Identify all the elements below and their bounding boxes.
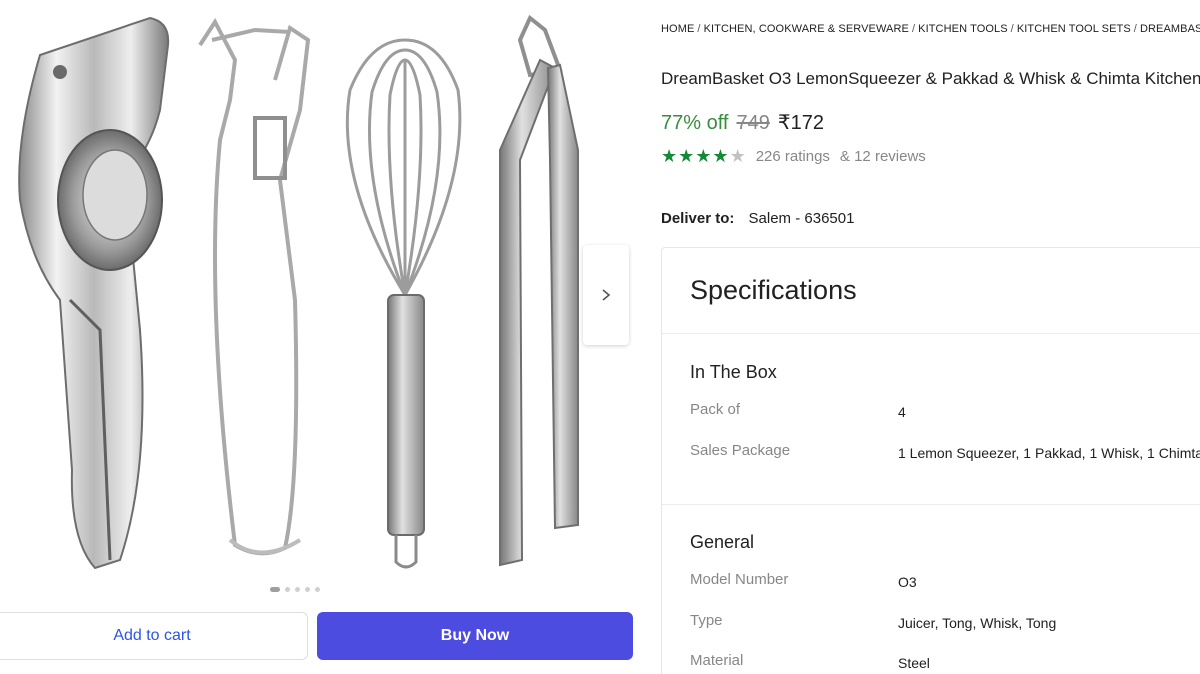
price-row: 77% off 749 ₹172 bbox=[661, 110, 824, 135]
deliver-to-label: Deliver to: bbox=[661, 210, 735, 227]
spec-key: Type bbox=[690, 612, 723, 629]
star-filled-icon: ★ bbox=[661, 146, 678, 166]
add-to-cart-button[interactable]: Add to cart bbox=[0, 612, 308, 660]
spec-group-in-the-box: In The Box Pack of 4 Sales Package 1 Lem… bbox=[690, 362, 1200, 461]
spec-group-title: In The Box bbox=[690, 362, 777, 382]
breadcrumb-separator: / bbox=[911, 23, 916, 35]
carousel-dot[interactable] bbox=[270, 587, 280, 592]
spec-group-general: General Model Number O3 Type Juicer, Ton… bbox=[690, 532, 1200, 671]
product-image[interactable] bbox=[0, 0, 590, 585]
action-bar: Add to cart Buy Now bbox=[0, 612, 640, 660]
spec-value: O3 bbox=[898, 574, 917, 590]
spec-row: Pack of 4 bbox=[690, 401, 1200, 421]
product-gallery: Add to cart Buy Now bbox=[0, 0, 650, 674]
spec-value: 4 bbox=[898, 404, 906, 420]
pakkad-image bbox=[198, 18, 311, 556]
spec-key: Material bbox=[690, 652, 744, 669]
breadcrumb-link[interactable]: HOME bbox=[661, 23, 694, 35]
spec-key: Pack of bbox=[690, 401, 741, 418]
carousel-dot[interactable] bbox=[295, 587, 300, 592]
spec-key: Model Number bbox=[690, 571, 789, 588]
product-title: DreamBasket O3 LemonSqueezer & Pakkad & … bbox=[661, 69, 1200, 88]
star-filled-icon: ★ bbox=[695, 146, 712, 166]
next-image-button[interactable] bbox=[583, 245, 629, 345]
original-price: 749 bbox=[736, 112, 770, 134]
spec-value: 1 Lemon Squeezer, 1 Pakkad, 1 Whisk, 1 C… bbox=[898, 445, 1200, 461]
star-empty-icon: ★ bbox=[729, 146, 746, 166]
breadcrumb-link[interactable]: KITCHEN, COOKWARE & SERVEWARE bbox=[704, 23, 909, 35]
breadcrumb-link[interactable]: DREAMBASKET KITCHEN TOOL SETS bbox=[1140, 23, 1200, 35]
carousel-dot[interactable] bbox=[315, 587, 320, 592]
spec-value: Steel bbox=[898, 655, 930, 671]
breadcrumb-separator: / bbox=[1133, 23, 1137, 35]
buy-now-button[interactable]: Buy Now bbox=[317, 612, 633, 660]
divider bbox=[662, 333, 1200, 334]
spec-row: Material Steel bbox=[690, 652, 1200, 672]
selling-price: ₹172 bbox=[777, 112, 824, 134]
rating-stars: ★ ★ ★ ★ ★ bbox=[661, 147, 746, 165]
spec-group-title: General bbox=[690, 532, 755, 552]
carousel-dot[interactable] bbox=[285, 587, 290, 592]
product-details: HOME / KITCHEN, COOKWARE & SERVEWARE / KITCH… bbox=[661, 0, 1200, 674]
delivery-location[interactable]: Salem - 636501 bbox=[749, 210, 855, 227]
breadcrumb: HOME / KITCHEN, COOKWARE & SERVEWARE / KITCH… bbox=[661, 23, 1200, 35]
breadcrumb-separator: / bbox=[697, 23, 701, 35]
breadcrumb-separator: / bbox=[1010, 23, 1014, 35]
spec-value: Juicer, Tong, Whisk, Tong bbox=[898, 615, 1057, 631]
lemon-squeezer-image bbox=[18, 16, 170, 570]
star-filled-icon: ★ bbox=[678, 146, 695, 166]
rating-row: ★ ★ ★ ★ ★ 226 ratings & 12 reviews bbox=[661, 147, 926, 165]
spec-row: Type Juicer, Tong, Whisk, Tong bbox=[690, 612, 1200, 632]
delivery-info[interactable]: Deliver to: Salem - 636501 bbox=[661, 210, 854, 227]
specifications-card: Specifications In The Box Pack of 4 Sale… bbox=[661, 247, 1200, 674]
discount-label: 77% off bbox=[661, 112, 729, 134]
chevron-right-icon bbox=[602, 289, 611, 301]
breadcrumb-link[interactable]: KITCHEN TOOLS bbox=[918, 23, 1008, 35]
carousel-dot[interactable] bbox=[305, 587, 310, 592]
breadcrumb-link[interactable]: KITCHEN TOOL SETS bbox=[1017, 23, 1131, 35]
image-carousel-dots bbox=[270, 587, 320, 592]
star-filled-icon: ★ bbox=[712, 146, 729, 166]
spec-row: Model Number O3 bbox=[690, 571, 1200, 591]
divider bbox=[662, 504, 1200, 505]
spec-row: Sales Package 1 Lemon Squeezer, 1 Pakkad… bbox=[690, 442, 1200, 462]
spec-key: Sales Package bbox=[690, 442, 791, 459]
whisk-image bbox=[345, 38, 462, 569]
ratings-count[interactable]: 226 ratings bbox=[756, 148, 830, 165]
reviews-count[interactable]: & 12 reviews bbox=[840, 148, 926, 165]
chimta-image bbox=[499, 14, 579, 567]
specifications-heading: Specifications bbox=[690, 275, 857, 305]
